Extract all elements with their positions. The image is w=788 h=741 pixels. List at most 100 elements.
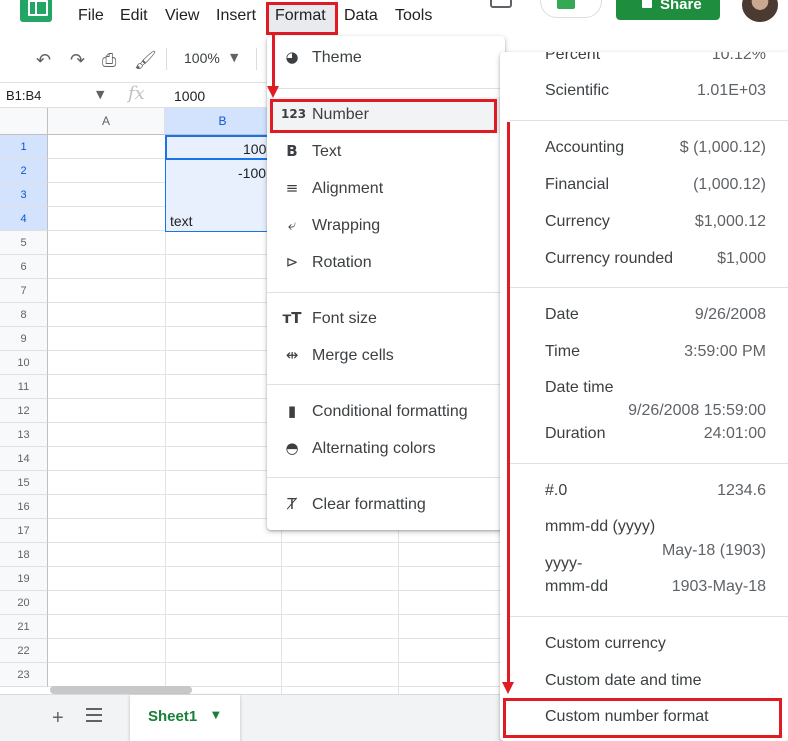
row-header[interactable]: 6 — [0, 255, 48, 279]
number-format-currency-rounded[interactable]: Currency rounded — [545, 250, 673, 268]
row-header[interactable]: 17 — [0, 519, 48, 543]
number-format-custom-date-time[interactable]: Custom date and time — [545, 672, 702, 690]
clear-formatting-icon: Ⱦ — [287, 495, 297, 513]
number-format-yyyy-mmm-dd-line2[interactable]: mmm-dd — [545, 578, 608, 596]
redo-icon[interactable]: ↷ — [70, 50, 85, 71]
format-menu-conditional-formatting[interactable]: ▮ Conditional formatting — [267, 394, 505, 430]
menu-insert[interactable]: Insert — [216, 7, 256, 25]
format-menu-text[interactable]: B Text — [267, 134, 505, 170]
row-header[interactable]: 8 — [0, 303, 48, 327]
all-sheets-icon[interactable] — [86, 708, 102, 722]
palette-icon: ◕ — [285, 48, 299, 66]
row-header[interactable]: 21 — [0, 615, 48, 639]
menu-item-label: Alignment — [312, 180, 384, 197]
formula-input[interactable]: 1000 — [174, 88, 205, 104]
fill-drop-icon: ◓ — [285, 439, 299, 457]
number-format-yyyy-mmm-dd-example: 1903-May-18 — [671, 578, 766, 595]
row-header[interactable]: 2 — [0, 159, 48, 183]
avatar[interactable] — [742, 0, 778, 22]
name-box[interactable]: B1:B4 — [6, 88, 41, 103]
row-header[interactable]: 3 — [0, 183, 48, 207]
number-format-mmm-dd-yyyy[interactable]: mmm-dd (yyyy) — [545, 518, 655, 536]
format-menu-merge-cells[interactable]: ⇹ Merge cells — [267, 338, 505, 374]
sheets-logo-icon[interactable] — [20, 0, 52, 22]
annotation-arrowhead — [502, 682, 514, 694]
print-icon[interactable]: ⎙ — [102, 50, 116, 71]
row-header[interactable]: 14 — [0, 447, 48, 471]
number-format-accounting[interactable]: Accounting — [545, 139, 624, 157]
bold-b-icon: B — [286, 142, 298, 160]
number-format-decimal[interactable]: #.0 — [545, 482, 567, 500]
row-header[interactable]: 12 — [0, 399, 48, 423]
comments-icon[interactable] — [490, 0, 512, 8]
row-header[interactable]: 4 — [0, 207, 48, 231]
format-menu-wrapping[interactable]: ⤶ Wrapping — [267, 208, 505, 244]
menu-format[interactable]: Format — [275, 7, 326, 25]
toolbar-divider — [256, 48, 257, 70]
menu-view[interactable]: View — [165, 7, 199, 25]
format-menu-alternating-colors[interactable]: ◓ Alternating colors — [267, 431, 505, 467]
number-format-percent[interactable]: Percent — [545, 52, 600, 64]
format-menu-clear-formatting[interactable]: Ⱦ Clear formatting — [267, 487, 505, 523]
menu-item-label: Wrapping — [312, 217, 381, 234]
zoom-select[interactable]: 100% — [184, 50, 220, 66]
menu-divider — [510, 120, 788, 121]
row-header[interactable]: 13 — [0, 423, 48, 447]
column-header-b[interactable]: B — [165, 108, 281, 135]
column-header-a[interactable]: A — [48, 108, 165, 135]
number-format-date-example: 9/26/2008 — [694, 306, 766, 323]
chevron-down-icon[interactable]: ▼ — [96, 88, 104, 101]
share-button[interactable]: Share — [616, 0, 720, 20]
sheet-tab-label: Sheet1 — [148, 708, 198, 725]
number-format-date[interactable]: Date — [545, 306, 579, 324]
number-format-financial-example: (1,000.12) — [693, 176, 766, 193]
row-header[interactable]: 23 — [0, 663, 48, 687]
format-menu-font-size[interactable]: тT Font size — [267, 301, 505, 337]
rotation-icon: ⊳ — [285, 253, 299, 271]
format-menu-theme[interactable]: ◕ Theme — [267, 40, 505, 76]
number-format-date-time[interactable]: Date time — [545, 379, 613, 397]
paint-format-icon[interactable]: 🖌 — [134, 50, 157, 71]
horizontal-scrollbar[interactable] — [50, 686, 192, 694]
row-header[interactable]: 7 — [0, 279, 48, 303]
number-format-currency[interactable]: Currency — [545, 213, 610, 231]
number-format-time[interactable]: Time — [545, 343, 580, 361]
cell-b4[interactable]: text — [170, 213, 193, 229]
paint-roller-icon: ▮ — [287, 402, 297, 420]
menu-edit[interactable]: Edit — [120, 7, 148, 25]
menu-tools[interactable]: Tools — [395, 7, 432, 25]
number-format-financial[interactable]: Financial — [545, 176, 609, 194]
select-all-corner[interactable] — [0, 108, 48, 135]
format-menu-alignment[interactable]: ≡ Alignment — [267, 171, 505, 207]
number-format-duration-example: 24:01:00 — [703, 425, 766, 442]
row-header[interactable]: 18 — [0, 543, 48, 567]
menu-file[interactable]: File — [78, 7, 104, 25]
chevron-down-icon[interactable]: ▼ — [212, 710, 220, 721]
row-header[interactable]: 16 — [0, 495, 48, 519]
row-header[interactable]: 19 — [0, 567, 48, 591]
number-format-duration[interactable]: Duration — [545, 425, 605, 443]
row-header[interactable]: 1 — [0, 135, 48, 159]
row-header[interactable]: 15 — [0, 471, 48, 495]
number-format-percent-example: 10.12% — [711, 52, 766, 63]
number-format-yyyy-mmm-dd[interactable]: yyyy- — [545, 555, 582, 573]
sheet-tab-sheet1[interactable]: Sheet1 ▼ — [130, 695, 240, 741]
meet-button[interactable] — [540, 0, 602, 18]
number-format-scientific[interactable]: Scientific — [545, 82, 609, 100]
row-header[interactable]: 20 — [0, 591, 48, 615]
number-format-time-example: 3:59:00 PM — [684, 343, 766, 360]
chevron-down-icon[interactable]: ▼ — [230, 51, 238, 64]
row-header[interactable]: 22 — [0, 639, 48, 663]
number-format-scientific-example: 1.01E+03 — [697, 82, 766, 99]
row-header[interactable]: 11 — [0, 375, 48, 399]
format-menu-rotation[interactable]: ⊳ Rotation — [267, 245, 505, 281]
row-header[interactable]: 5 — [0, 231, 48, 255]
undo-icon[interactable]: ↶ — [36, 50, 51, 71]
row-header[interactable]: 10 — [0, 351, 48, 375]
number-format-custom-currency[interactable]: Custom currency — [545, 635, 666, 653]
row-header[interactable]: 9 — [0, 327, 48, 351]
cell-b2[interactable]: -100 — [238, 165, 266, 181]
cell-b1[interactable]: 100 — [243, 141, 266, 157]
add-sheet-icon[interactable]: + — [52, 707, 64, 730]
menu-data[interactable]: Data — [344, 7, 378, 25]
